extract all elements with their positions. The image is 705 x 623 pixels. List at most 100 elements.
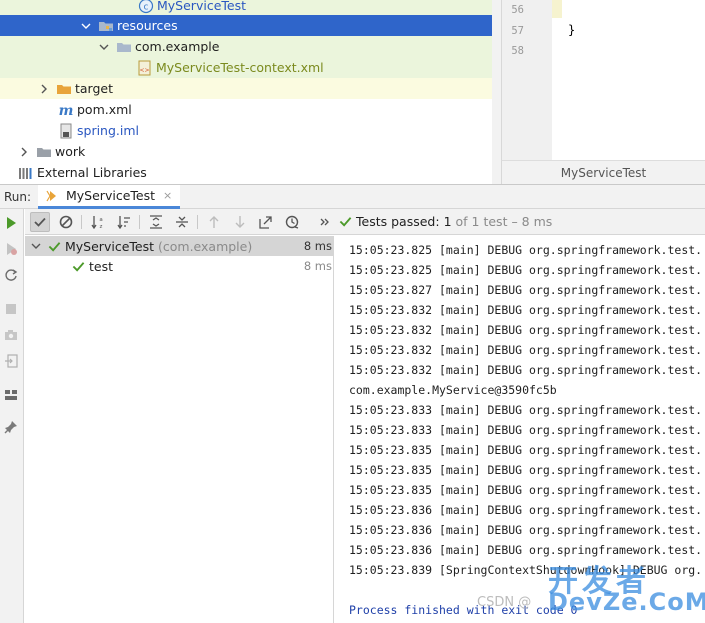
tree-scrollbar[interactable] [492,0,501,184]
status-prefix: Tests passed: [356,214,440,229]
folder-icon [56,81,72,97]
tree-item-pom-xml[interactable]: m pom.xml [0,99,501,120]
collapse-all-icon [175,215,189,229]
sort-duration-icon [117,215,131,229]
svg-text:z: z [100,224,103,229]
console-line: 15:05:23.833 [main] DEBUG org.springfram… [349,423,703,437]
collapse-all-button[interactable] [172,212,192,232]
svg-text:<>: <> [139,67,149,74]
next-failed-test-button[interactable] [230,212,250,232]
svg-text:m: m [59,103,74,118]
rerun-button[interactable] [2,214,20,232]
chevron-right-icon[interactable] [18,146,30,158]
watermark-domain: DevZe.CoM [548,588,705,616]
tree-item-spring-iml[interactable]: spring.iml [0,120,501,141]
auto-test-icon [4,268,18,282]
run-label: Run: [4,190,32,204]
console-line: 15:05:23.836 [main] DEBUG org.springfram… [349,523,703,537]
test-duration: 8 ms [303,239,332,253]
test-suite-name: MyServiceTest [65,238,154,254]
editor-breadcrumb[interactable]: MyServiceTest [501,160,705,184]
toolbar-separator [197,215,198,229]
chevron-down-icon[interactable] [30,240,42,252]
tree-item-com-example[interactable]: com.example [0,36,501,57]
run-tool-window-header: Run: MyServiceTest × [0,184,705,209]
play-icon [4,216,18,230]
arrow-down-icon [233,215,247,229]
console-line: 15:05:23.832 [main] DEBUG org.springfram… [349,343,703,357]
close-icon[interactable]: × [163,189,172,202]
tree-item-work[interactable]: work [0,141,501,162]
process-finished-line: Process finished with exit code 0 [349,603,578,617]
check-icon [33,215,47,229]
test-status: Tests passed: 1 of 1 test – 8 ms [339,214,552,229]
test-case-row[interactable]: test 8 ms [25,256,334,276]
fold-marker [552,0,562,18]
run-tab[interactable]: MyServiceTest × [38,185,181,209]
chevron-right-icon[interactable] [38,83,50,95]
test-suite-package: (com.example) [158,238,253,254]
sort-alpha-icon: az [91,215,105,229]
chevron-down-icon[interactable] [98,41,110,53]
resources-folder-icon [98,18,114,34]
sort-alphabetically-button[interactable]: az [88,212,108,232]
tree-item-external-libraries[interactable]: External Libraries [0,162,501,183]
toggle-auto-test-button[interactable] [2,266,20,284]
watermark-csdn: CSDN @ [477,595,532,610]
console-line: 15:05:23.835 [main] DEBUG org.springfram… [349,463,703,477]
tree-item-myservicetest[interactable]: c MyServiceTest [0,0,501,16]
tree-item-label: resources [117,18,178,33]
ignored-icon [59,215,73,229]
test-suite-row[interactable]: MyServiceTest (com.example) 8 ms [25,236,334,256]
module-file-icon [58,123,74,139]
console-line: 15:05:23.836 [main] DEBUG org.springfram… [349,503,703,517]
editor-tab-title: MyServiceTest [560,165,647,180]
console-line: 15:05:23.836 [main] DEBUG org.springfram… [349,543,703,557]
check-icon [72,260,85,273]
tree-item-label: spring.iml [77,123,140,138]
pin-tab-button[interactable] [2,418,20,436]
dump-threads-button[interactable] [2,326,20,344]
console-line: 15:05:23.832 [main] DEBUG org.springfram… [349,303,703,317]
export-icon [259,215,273,229]
previous-failed-test-button[interactable] [204,212,224,232]
test-duration: 8 ms [303,259,332,273]
chevron-down-icon[interactable] [80,20,92,32]
test-results-tree: MyServiceTest (com.example) 8 ms test 8 … [25,236,334,623]
export-results-button[interactable] [256,212,276,232]
tree-item-context-xml[interactable]: <> MyServiceTest-context.xml [0,57,501,78]
svg-text:a: a [99,217,102,223]
double-chevron-right-icon [318,215,332,229]
test-history-button[interactable] [282,212,302,232]
sort-by-duration-button[interactable] [114,212,134,232]
camera-icon [4,328,18,342]
exit-button[interactable] [2,352,20,370]
maven-icon: m [58,102,74,118]
toolbar-separator [81,215,82,229]
arrow-up-icon [207,215,221,229]
code-line[interactable]: } [568,23,575,37]
stop-button[interactable] [2,300,20,318]
show-passed-button[interactable] [30,212,50,232]
editor-gutter: 56 57 58 [502,0,552,160]
tree-item-label: MyServiceTest-context.xml [156,60,324,75]
toolbar-separator [139,215,140,229]
xml-file-icon: <> [137,60,153,76]
tree-item-label: target [75,81,114,96]
console-line: 15:05:23.827 [main] DEBUG org.springfram… [349,283,703,297]
console-line: 15:05:23.832 [main] DEBUG org.springfram… [349,323,703,337]
more-actions-button[interactable] [315,212,335,232]
console-line: 15:05:23.825 [main] DEBUG org.springfram… [349,243,703,257]
show-ignored-button[interactable] [56,212,76,232]
libraries-icon [18,165,34,181]
clock-icon [285,215,299,229]
run-tab-label: MyServiceTest [66,188,155,203]
expand-all-button[interactable] [146,212,166,232]
console-line: 15:05:23.833 [main] DEBUG org.springfram… [349,403,703,417]
layout-button[interactable] [2,386,20,404]
tree-item-resources[interactable]: resources [0,15,501,36]
console-line: 15:05:23.832 [main] DEBUG org.springfram… [349,363,703,377]
rerun-failed-button[interactable] [2,240,20,258]
editor-pane[interactable]: 56 57 58 } [501,0,705,160]
tree-item-target[interactable]: target [0,78,501,99]
